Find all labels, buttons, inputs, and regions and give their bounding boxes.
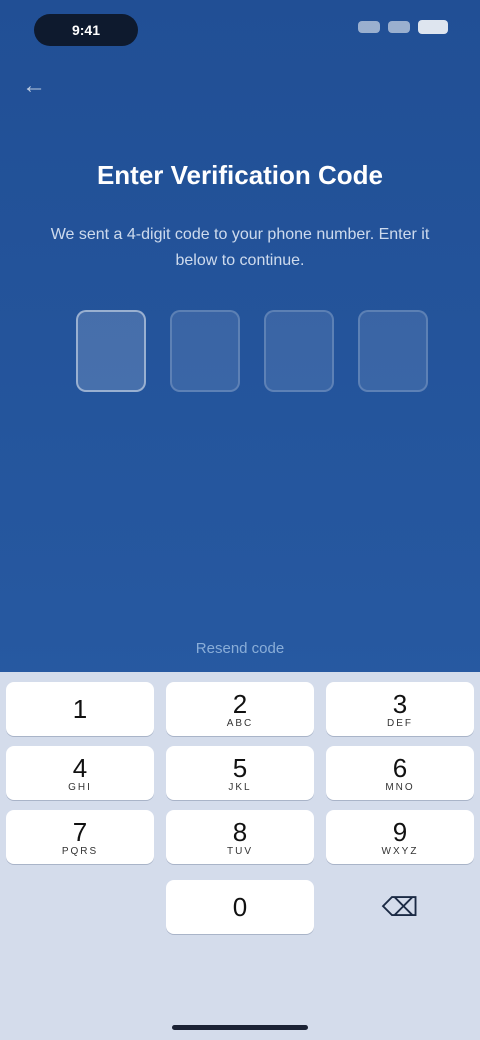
key-letters: DEF — [387, 717, 413, 729]
code-digit-input-4[interactable] — [358, 310, 428, 392]
code-digit-input-1[interactable] — [76, 310, 146, 392]
key-digit: 8 — [232, 816, 248, 847]
signal-icon — [358, 21, 380, 33]
status-time: 9:41 — [71, 22, 101, 38]
key-digit: 3 — [392, 688, 408, 719]
battery-icon — [418, 20, 448, 34]
keyboard-row-4: 0 ⌫ — [0, 880, 480, 934]
key-digit: 6 — [392, 752, 408, 783]
numeric-keyboard: 1 2 ABC 3 DEF 4 GHI 5 JKL 6 MNO 7 PQRS 8… — [0, 672, 480, 1040]
back-arrow-icon: ← — [22, 72, 46, 99]
key-letters: GHI — [68, 781, 92, 793]
keyboard-row-1: 1 2 ABC 3 DEF — [0, 682, 480, 736]
keyboard-row-3: 7 PQRS 8 TUV 9 WXYZ — [0, 810, 480, 864]
code-digit-input-3[interactable] — [264, 310, 334, 392]
key-7[interactable]: 7 PQRS — [6, 810, 154, 864]
key-letters: WXYZ — [381, 845, 419, 857]
key-5[interactable]: 5 JKL — [166, 746, 314, 800]
home-indicator — [172, 1025, 308, 1030]
key-0[interactable]: 0 — [166, 880, 314, 934]
key-2[interactable]: 2 ABC — [166, 682, 314, 736]
key-digit: 0 — [232, 892, 248, 922]
key-letters: PQRS — [61, 845, 99, 857]
key-6[interactable]: 6 MNO — [326, 746, 474, 800]
key-3[interactable]: 3 DEF — [326, 682, 474, 736]
code-digit-input-2[interactable] — [170, 310, 240, 392]
key-letters: JKL — [228, 781, 252, 793]
key-digit: 2 — [232, 688, 248, 719]
backspace-icon: ⌫ — [381, 892, 419, 922]
key-blank — [6, 880, 154, 934]
page-title: Enter Verification Code — [96, 160, 384, 190]
wifi-icon — [388, 21, 410, 33]
key-digit: 7 — [72, 816, 88, 847]
page-subtitle: We sent a 4-digit code to your phone num… — [50, 226, 430, 269]
key-1[interactable]: 1 — [6, 682, 154, 736]
key-digit: 9 — [392, 816, 408, 847]
key-9[interactable]: 9 WXYZ — [326, 810, 474, 864]
code-input-row — [76, 310, 428, 392]
status-icons — [358, 20, 448, 34]
key-8[interactable]: 8 TUV — [166, 810, 314, 864]
key-letters: MNO — [385, 781, 415, 793]
back-button[interactable]: ← — [14, 66, 54, 106]
key-letters: TUV — [227, 845, 253, 857]
key-letters: ABC — [226, 717, 254, 729]
keyboard-row-2: 4 GHI 5 JKL 6 MNO — [0, 746, 480, 800]
resend-code-link[interactable]: Resend code — [0, 640, 480, 657]
key-digit: 4 — [72, 752, 88, 783]
delete-key[interactable]: ⌫ — [326, 880, 474, 934]
key-4[interactable]: 4 GHI — [6, 746, 154, 800]
key-digit: 1 — [72, 694, 88, 724]
status-bar-time-pill: 9:41 — [34, 14, 138, 46]
verification-screen: 9:41 ← Enter Verification Code We sent a… — [0, 0, 480, 1040]
key-digit: 5 — [232, 752, 248, 783]
